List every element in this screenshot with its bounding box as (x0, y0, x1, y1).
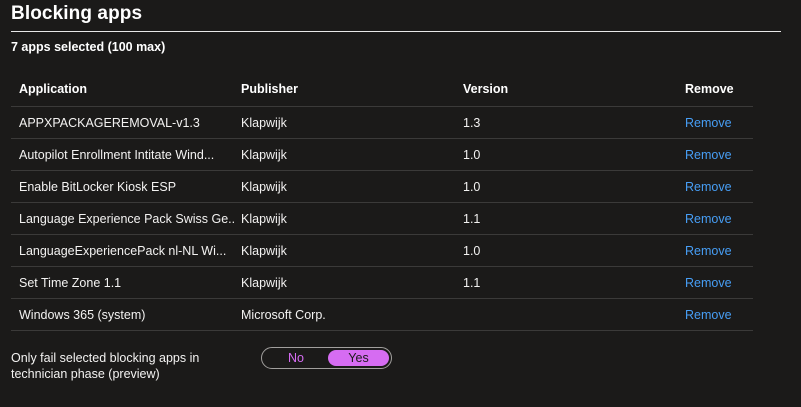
publisher-name: Klapwijk (241, 243, 287, 258)
app-version: 1.0 (463, 179, 481, 194)
selection-count: 7 apps selected (100 max) (11, 40, 166, 54)
column-header-remove: Remove (685, 82, 734, 96)
application-name: APPXPACKAGEREMOVAL-v1.3 (19, 115, 200, 130)
remove-link[interactable]: Remove (685, 212, 732, 226)
blocking-apps-table: Application Publisher Version Remove APP… (11, 72, 753, 331)
table-row: Language Experience Pack Swiss Ge... Kla… (11, 203, 753, 235)
column-header-application: Application (19, 82, 88, 96)
remove-link[interactable]: Remove (685, 244, 732, 258)
remove-link[interactable]: Remove (685, 308, 732, 322)
app-version: 1.1 (463, 275, 481, 290)
table-row: Set Time Zone 1.1 Klapwijk 1.1 Remove (11, 267, 753, 299)
app-version (463, 299, 613, 330)
application-name: Set Time Zone 1.1 (19, 275, 122, 290)
publisher-name: Klapwijk (241, 211, 287, 226)
table-row: Autopilot Enrollment Intitate Wind... Kl… (11, 139, 753, 171)
technician-phase-toggle[interactable]: No Yes (261, 347, 392, 369)
remove-link[interactable]: Remove (685, 180, 732, 194)
table-row: LanguageExperiencePack nl-NL Wi... Klapw… (11, 235, 753, 267)
title-divider (11, 31, 781, 32)
app-version: 1.0 (463, 243, 481, 258)
toggle-label: Only fail selected blocking apps in tech… (11, 351, 200, 381)
table-row: APPXPACKAGEREMOVAL-v1.3 Klapwijk 1.3 Rem… (11, 107, 753, 139)
toggle-option-yes[interactable]: Yes (328, 350, 389, 366)
remove-link[interactable]: Remove (685, 116, 732, 130)
application-name: Enable BitLocker Kiosk ESP (19, 179, 177, 194)
column-header-publisher: Publisher (241, 82, 298, 96)
publisher-name: Klapwijk (241, 115, 287, 130)
publisher-name: Klapwijk (241, 147, 287, 162)
table-header: Application Publisher Version Remove (11, 72, 753, 107)
column-header-version: Version (463, 82, 509, 96)
remove-link[interactable]: Remove (685, 148, 732, 162)
publisher-name: Microsoft Corp. (241, 307, 326, 322)
application-name: Windows 365 (system) (19, 307, 146, 322)
application-name: Autopilot Enrollment Intitate Wind... (19, 147, 215, 162)
application-name: LanguageExperiencePack nl-NL Wi... (19, 243, 227, 258)
app-version: 1.1 (463, 211, 481, 226)
table-row: Enable BitLocker Kiosk ESP Klapwijk 1.0 … (11, 171, 753, 203)
application-name: Language Experience Pack Swiss Ge... (19, 211, 234, 226)
publisher-name: Klapwijk (241, 275, 287, 290)
section-title: Blocking apps (11, 3, 143, 24)
table-row: Windows 365 (system) Microsoft Corp. Rem… (11, 299, 753, 331)
remove-link[interactable]: Remove (685, 276, 732, 290)
app-version: 1.3 (463, 115, 481, 130)
publisher-name: Klapwijk (241, 179, 287, 194)
app-version: 1.0 (463, 147, 481, 162)
toggle-option-no[interactable]: No (266, 350, 326, 366)
